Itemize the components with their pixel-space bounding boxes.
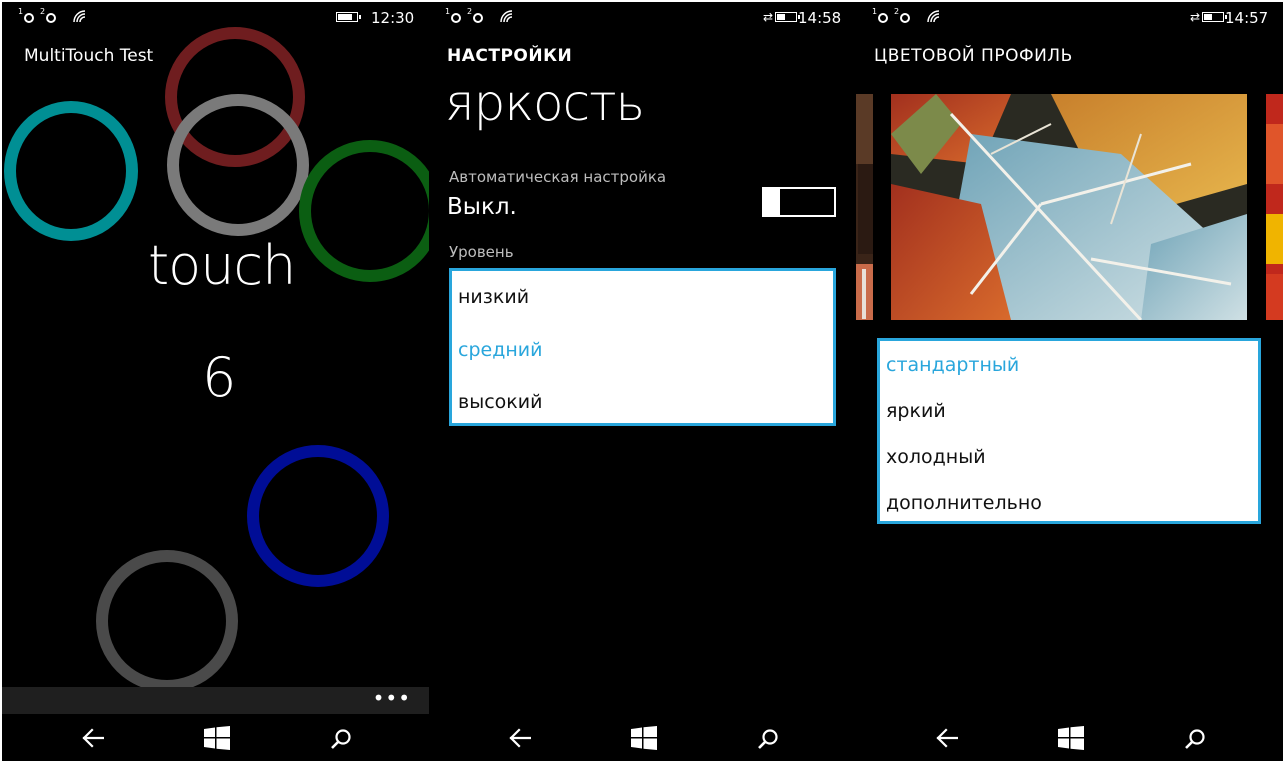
sim1-signal-icon: 1 bbox=[18, 7, 35, 24]
auto-brightness-toggle[interactable] bbox=[762, 187, 836, 217]
back-arrow-icon[interactable] bbox=[509, 728, 531, 748]
color-profile-preview-image bbox=[891, 94, 1247, 320]
auto-brightness-value: Выкл. bbox=[447, 194, 517, 220]
battery-icon bbox=[336, 12, 361, 22]
touch-count: 6 bbox=[202, 346, 237, 409]
back-arrow-icon[interactable] bbox=[936, 728, 958, 748]
back-arrow-icon[interactable] bbox=[82, 728, 104, 748]
profile-option-vivid[interactable]: яркий bbox=[886, 400, 946, 422]
phone-brightness-settings: 1 2 ⇄ 14:58 НАСТРОЙКИ яркость Автоматиче… bbox=[429, 2, 856, 761]
charging-plug-icon: ⇄ bbox=[763, 10, 774, 24]
charging-plug-icon: ⇄ bbox=[1190, 10, 1201, 24]
search-icon[interactable] bbox=[330, 728, 352, 750]
clock: 14:58 bbox=[798, 9, 842, 27]
nav-bar bbox=[856, 715, 1283, 761]
battery-icon bbox=[775, 12, 800, 22]
status-bar: 1 2 ⇄ 14:58 bbox=[429, 2, 856, 32]
wifi-icon bbox=[927, 10, 940, 23]
app-bar: ••• bbox=[2, 687, 429, 714]
section-title: ЦВЕТОВОЙ ПРОФИЛЬ bbox=[874, 46, 1073, 66]
sim1-signal-icon: 1 bbox=[872, 7, 889, 24]
level-option-medium[interactable]: средний bbox=[458, 339, 542, 361]
wifi-icon bbox=[500, 10, 513, 23]
phone-color-profile: 1 2 ⇄ 14:57 ЦВЕТОВОЙ ПРОФИЛЬ стандартный… bbox=[856, 2, 1283, 761]
touch-ring-blue bbox=[247, 445, 389, 587]
status-bar: 1 2 ⇄ 14:57 bbox=[856, 2, 1283, 32]
carousel-previous-image[interactable] bbox=[856, 94, 873, 320]
nav-bar bbox=[429, 715, 856, 761]
windows-start-icon[interactable] bbox=[204, 726, 230, 750]
status-bar: 1 2 12:30 bbox=[2, 2, 429, 32]
color-profile-list: стандартный яркий холодный дополнительно bbox=[877, 338, 1261, 524]
profile-option-standard[interactable]: стандартный bbox=[886, 354, 1019, 376]
wifi-icon bbox=[73, 10, 86, 23]
page-heading: яркость bbox=[445, 74, 645, 132]
profile-option-advanced[interactable]: дополнительно bbox=[886, 492, 1042, 514]
touch-label: touch bbox=[148, 234, 296, 297]
touch-ring-gray bbox=[167, 94, 309, 236]
auto-brightness-label: Автоматическая настройка bbox=[449, 168, 667, 186]
section-title: НАСТРОЙКИ bbox=[447, 46, 573, 66]
more-options-button[interactable]: ••• bbox=[373, 687, 411, 714]
touch-ring-darkgray bbox=[96, 550, 238, 692]
sim1-signal-icon: 1 bbox=[445, 7, 462, 24]
nav-bar bbox=[2, 715, 429, 761]
touch-ring-teal bbox=[4, 101, 138, 241]
search-icon[interactable] bbox=[757, 728, 779, 750]
level-option-low[interactable]: низкий bbox=[458, 286, 529, 308]
carousel-next-image[interactable] bbox=[1266, 94, 1283, 320]
windows-start-icon[interactable] bbox=[1058, 726, 1084, 750]
brightness-level-list: низкий средний высокий bbox=[449, 268, 836, 426]
battery-icon bbox=[1202, 12, 1227, 22]
level-label: Уровень bbox=[449, 243, 514, 261]
level-option-high[interactable]: высокий bbox=[458, 391, 542, 413]
search-icon[interactable] bbox=[1184, 728, 1206, 750]
app-title: MultiTouch Test bbox=[24, 46, 154, 66]
profile-option-cool[interactable]: холодный bbox=[886, 446, 986, 468]
sim2-signal-icon: 2 bbox=[894, 7, 911, 24]
windows-start-icon[interactable] bbox=[631, 726, 657, 750]
sim2-signal-icon: 2 bbox=[467, 7, 484, 24]
sim2-signal-icon: 2 bbox=[40, 7, 57, 24]
touch-ring-green bbox=[299, 140, 429, 282]
phone-multitouch-test: 1 2 12:30 MultiTouch Test touch 6 ••• bbox=[2, 2, 429, 761]
clock: 14:57 bbox=[1225, 9, 1269, 27]
clock: 12:30 bbox=[371, 9, 415, 27]
toggle-knob bbox=[762, 187, 780, 217]
